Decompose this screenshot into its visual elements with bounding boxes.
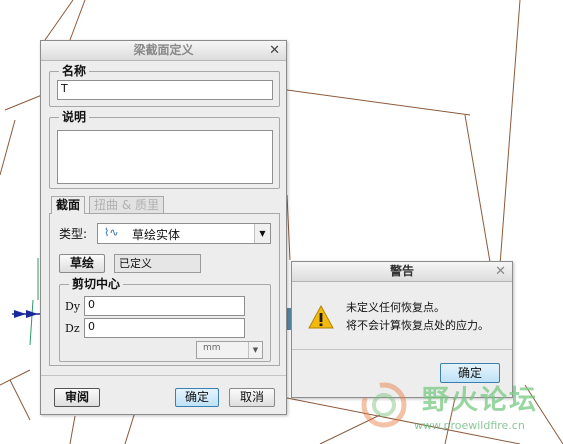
description-input[interactable] bbox=[57, 130, 273, 184]
warning-message-line1: 未定义任何恢复点。 bbox=[346, 301, 445, 314]
warning-triangle-icon bbox=[308, 305, 334, 329]
sketch-solid-icon: ⌇∿ bbox=[104, 226, 119, 239]
type-select[interactable]: ⌇∿ 草绘实体 ▼ bbox=[97, 223, 271, 244]
dialog-footer-divider bbox=[41, 375, 286, 376]
watermark-url: www.proewildfire.cn bbox=[414, 419, 525, 432]
chevron-down-icon[interactable]: ▼ bbox=[248, 342, 262, 358]
name-group: 名称 T bbox=[49, 63, 280, 107]
type-select-value: 草绘实体 bbox=[132, 228, 181, 242]
cancel-button[interactable]: 取消 bbox=[229, 388, 275, 407]
name-label: 名称 bbox=[59, 63, 90, 79]
unit-select-value: mm bbox=[203, 343, 221, 353]
shear-center-label: 剪切中心 bbox=[69, 276, 124, 292]
dy-label: Dy bbox=[65, 300, 81, 313]
review-button[interactable]: 审阅 bbox=[54, 388, 100, 407]
warning-dialog-title: 警告 bbox=[389, 264, 414, 278]
dz-label: Dz bbox=[65, 322, 80, 335]
tab-section[interactable]: 截面 bbox=[51, 196, 86, 214]
unit-select[interactable]: mm ▼ bbox=[196, 341, 263, 359]
section-tab-panel: 类型: ⌇∿ 草绘实体 ▼ 草绘 已定义 剪切中心 Dy 0 Dz 0 mm ▼ bbox=[49, 213, 280, 366]
name-input[interactable]: T bbox=[57, 80, 273, 100]
watermark-text: 野火论坛 bbox=[422, 385, 538, 416]
beam-dialog-titlebar[interactable]: 梁截面定义 ✕ bbox=[41, 41, 286, 61]
shear-center-group: 剪切中心 Dy 0 Dz 0 mm ▼ bbox=[59, 276, 271, 362]
ok-button[interactable]: 确定 bbox=[175, 388, 219, 407]
close-icon[interactable]: ✕ bbox=[495, 262, 506, 281]
warning-message-line2: 将不会计算恢复点处的应力。 bbox=[346, 319, 489, 332]
warning-dialog-titlebar[interactable]: 警告 ✕ bbox=[292, 262, 512, 282]
warning-footer-divider bbox=[292, 349, 512, 350]
watermark-logo-icon bbox=[361, 382, 407, 428]
dz-input[interactable]: 0 bbox=[84, 318, 245, 338]
dy-input[interactable]: 0 bbox=[84, 296, 245, 316]
description-group: 说明 bbox=[49, 109, 280, 189]
sketch-button[interactable]: 草绘 bbox=[59, 254, 105, 273]
sketch-status-field: 已定义 bbox=[114, 254, 201, 273]
chevron-down-icon[interactable]: ▼ bbox=[254, 224, 270, 243]
beam-dialog-title: 梁截面定义 bbox=[133, 43, 194, 57]
description-label: 说明 bbox=[59, 109, 90, 125]
type-label: 类型: bbox=[59, 227, 88, 241]
close-icon[interactable]: ✕ bbox=[269, 41, 280, 60]
tab-warp-mass[interactable]: 扭曲 & 质里 bbox=[89, 196, 164, 214]
beam-section-dialog: 梁截面定义 ✕ 名称 T 说明 截面 扭曲 & 质里 类型: ⌇∿ 草绘实体 ▼… bbox=[40, 40, 287, 415]
